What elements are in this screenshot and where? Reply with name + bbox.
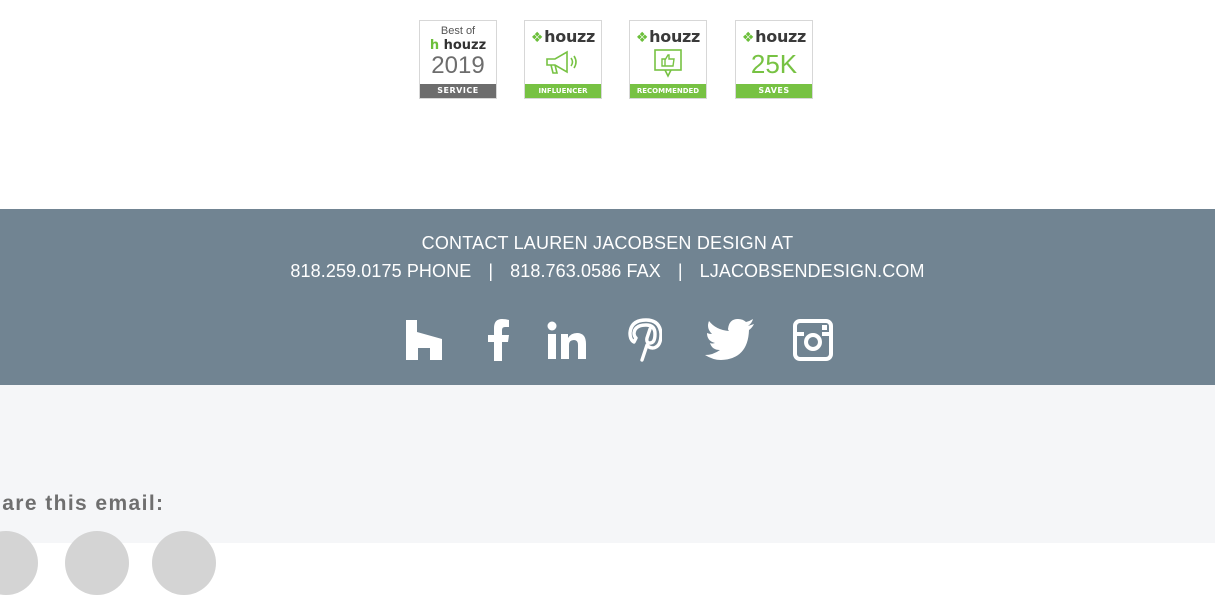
houzz-leaf-icon: ❖: [635, 30, 649, 46]
share-button-1[interactable]: [0, 531, 38, 595]
phone-link[interactable]: 818.259.0175 PHONE: [290, 261, 471, 281]
badge-saves-count: 25K: [750, 49, 798, 79]
share-button-3[interactable]: [152, 531, 216, 595]
website-link[interactable]: LJACOBSENDESIGN.COM: [700, 261, 925, 281]
badge-best-of-text: Best of: [440, 25, 476, 37]
badge-houzz-logo: ❖houzz: [736, 27, 812, 46]
badge-strip-recommended: RECOMMENDED: [630, 84, 706, 98]
badge-strip-saves: SAVES: [736, 84, 812, 98]
badge-brand-text: houzz: [443, 38, 487, 53]
linkedin-icon[interactable]: [545, 317, 589, 363]
badge-brand-text: houzz: [544, 27, 596, 46]
award-badges-section: Best of h houzz 2019 SERVICE ❖houzz INFL…: [0, 0, 1215, 209]
social-icons: [0, 317, 1215, 363]
share-section: hare this email:: [0, 385, 1215, 595]
contact-details: 818.259.0175 PHONE | 818.763.0586 FAX | LJAC…: [0, 261, 1215, 282]
share-label: hare this email:: [0, 492, 165, 515]
badge-strip-service: SERVICE: [420, 84, 496, 98]
houzz-influencer-badge[interactable]: ❖houzz INFLUENCER: [524, 20, 602, 99]
houzz-leaf-icon: ❖: [741, 30, 755, 46]
contact-heading: CONTACT LAUREN JACOBSEN DESIGN AT: [421, 233, 794, 253]
facebook-icon[interactable]: [484, 317, 514, 363]
houzz-leaf-icon: ❖: [530, 30, 544, 46]
contact-banner: CONTACT LAUREN JACOBSEN DESIGN AT 818.25…: [0, 209, 1215, 385]
twitter-icon[interactable]: [704, 317, 756, 363]
separator: |: [677, 261, 683, 281]
badge-houzz-logo: ❖houzz: [525, 27, 601, 46]
separator: |: [488, 261, 494, 281]
pinterest-icon[interactable]: [625, 317, 665, 363]
houzz-h-icon: h: [429, 38, 440, 53]
houzz-icon[interactable]: [404, 317, 444, 363]
best-of-houzz-badge[interactable]: Best of h houzz 2019 SERVICE: [419, 20, 497, 99]
houzz-recommended-badge[interactable]: ❖houzz RECOMMENDED: [629, 20, 707, 99]
badge-strip-influencer: INFLUENCER: [525, 84, 601, 98]
badge-brand-text: houzz: [755, 27, 807, 46]
badge-brand-text: houzz: [649, 27, 701, 46]
badge-houzz-logo: ❖houzz: [630, 27, 706, 46]
houzz-saves-badge[interactable]: ❖houzz 25K SAVES: [735, 20, 813, 99]
megaphone-icon: [546, 50, 577, 74]
instagram-icon[interactable]: [791, 317, 835, 363]
fax-text: 818.763.0586 FAX: [510, 261, 661, 281]
share-button-2[interactable]: [65, 531, 129, 595]
badge-houzz-logo: h houzz: [420, 38, 496, 53]
thumbs-up-icon: [654, 49, 682, 78]
badge-year: 2019: [431, 52, 485, 79]
